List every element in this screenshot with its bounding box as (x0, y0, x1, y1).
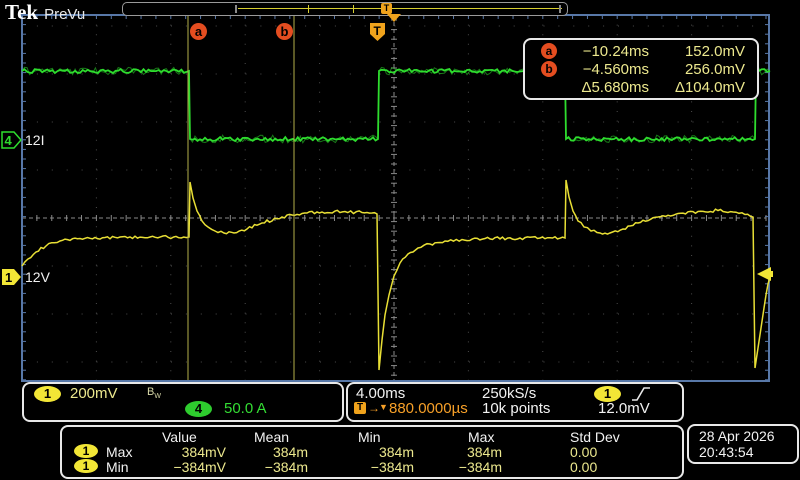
cursor-b-time: −4.560ms (582, 61, 649, 78)
triangle-down-icon: ▼ (379, 402, 388, 412)
meas-row1-source-badge: 1 (74, 444, 98, 458)
measurements-box: Value Mean Min Max Std Dev 1 Max 384mV 3… (60, 425, 684, 479)
cursor-delta-value: Δ104.0mV (674, 79, 745, 96)
meas-row2-stddev: 0.00 (570, 459, 598, 475)
time-label: 20:43:54 (699, 444, 754, 460)
cursor-a-record-tick (308, 5, 309, 13)
meas-row1-value: 384mV (181, 444, 226, 460)
meas-row2-mean: −384m (264, 459, 308, 475)
cursor-a-badge: a (190, 23, 207, 40)
meas-row2-min: −384m (370, 459, 414, 475)
trigger-delay-icon: T (354, 402, 366, 414)
cursor-readout-box: a −10.24ms 152.0mV b −4.560ms 256.0mV Δ5… (523, 38, 759, 100)
meas-header-stddev: Std Dev (570, 429, 620, 445)
meas-row1-mean: 384m (272, 444, 308, 460)
ch4-scale: 50.0 A (224, 400, 267, 417)
meas-row2-source-badge: 1 (74, 459, 98, 473)
trigger-record-icon: T (381, 3, 392, 14)
svg-text:4: 4 (5, 133, 13, 148)
channel-readout-box: 1 200mV BW 4 50.0 A (22, 382, 344, 422)
meas-row1-stddev: 0.00 (570, 444, 598, 460)
meas-header-min: Min (358, 429, 381, 445)
ch4-badge: 4 (185, 401, 212, 417)
ch1-signal-label: 12V (25, 269, 50, 285)
meas-row2-value: −384mV (173, 459, 226, 475)
trigger-position-badge: T (370, 23, 385, 41)
ch1-badge: 1 (34, 386, 61, 402)
meas-row1-name: Max (106, 444, 133, 460)
record-view-bar: T (122, 2, 568, 16)
bandwidth-limit-icon: BW (147, 386, 161, 401)
horizontal-trigger-readout-box: 4.00ms 250kS/s 1 T → ▼ 880.0000µs 10k po… (346, 382, 684, 422)
oscilloscope-screen: 4 1 T Tek PreVu T 12I 12V a b a −10.24ms… (0, 0, 800, 480)
logo-area: Tek PreVu (5, 0, 85, 25)
acquisition-mode-label: PreVu (44, 6, 86, 23)
cursor-a-time: −10.24ms (582, 43, 649, 60)
svg-text:1: 1 (5, 270, 12, 285)
trigger-delay-time: 880.0000µs (389, 400, 468, 417)
meas-header-value: Value (162, 429, 197, 445)
tek-logo: Tek (5, 0, 39, 24)
cursor-delta-time: Δ5.680ms (581, 79, 649, 96)
cursor-a-value: 152.0mV (684, 43, 745, 60)
ch1-ground-marker: 1 (2, 269, 21, 285)
cursor-b-record-tick (353, 5, 354, 13)
waveform-traces (21, 66, 771, 371)
meas-header-max: Max (468, 429, 495, 445)
trigger-level: 12.0mV (598, 400, 650, 417)
cursor-b-badge-small: b (541, 61, 557, 77)
trigger-level-arrow-icon (757, 267, 773, 281)
cursor-a-badge-small: a (541, 43, 557, 59)
ch1-scale: 200mV (70, 385, 118, 402)
window-bracket-right (559, 5, 561, 13)
window-bracket-left (235, 5, 237, 13)
ch4-signal-label: 12I (25, 132, 45, 148)
meas-row2-max: −384m (458, 459, 502, 475)
meas-row1-min: 384m (378, 444, 414, 460)
meas-header-mean: Mean (254, 429, 290, 445)
meas-row2-name: Min (106, 459, 129, 475)
ch4-ground-marker: 4 (1, 131, 22, 149)
record-length: 10k points (482, 400, 551, 417)
trigger-position-triangle-icon (387, 14, 401, 22)
meas-row1-max: 384m (466, 444, 502, 460)
datetime-box: 28 Apr 2026 20:43:54 (687, 424, 799, 464)
cursor-b-badge: b (276, 23, 293, 40)
date-label: 28 Apr 2026 (699, 428, 775, 444)
svg-text:T: T (374, 24, 382, 38)
cursor-b-value: 256.0mV (684, 61, 745, 78)
record-waveform-line (238, 8, 562, 9)
